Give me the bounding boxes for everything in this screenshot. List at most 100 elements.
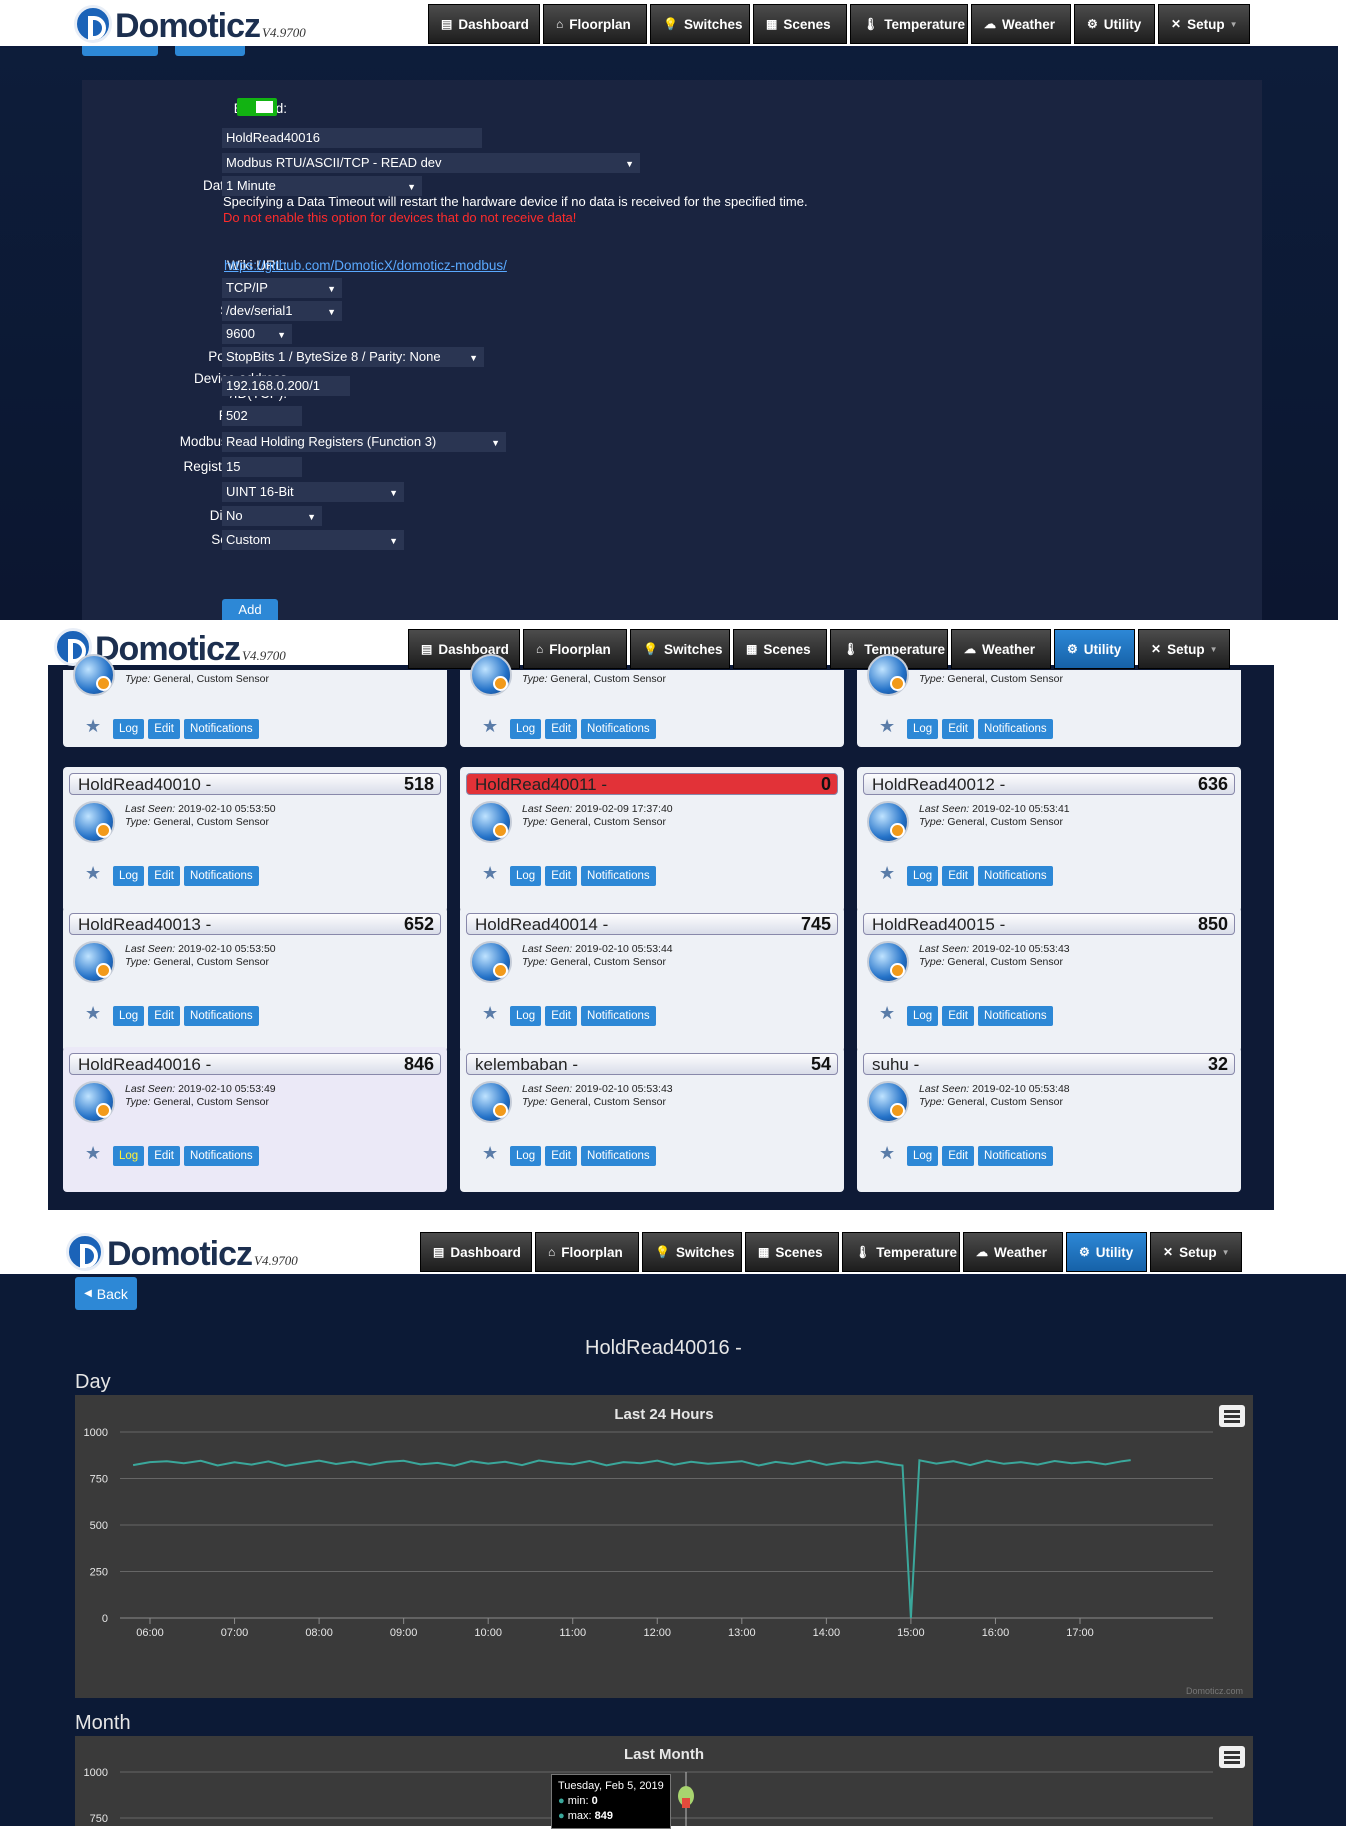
type-value: General, Custom Sensor [947, 956, 1063, 968]
partial-button-left[interactable] [82, 46, 158, 56]
domoticz-logo[interactable]: Domoticz V4.9700 [66, 1233, 298, 1271]
nav-utility-button[interactable]: ⚙ Utility [1054, 629, 1135, 669]
favorite-star-icon[interactable]: ★ [482, 716, 498, 737]
datatype-select[interactable]: UINT 16-Bit [222, 482, 404, 502]
domoticz-logo[interactable]: Domoticz V4.9700 [74, 5, 306, 43]
log-button[interactable]: Log [510, 1006, 542, 1026]
nav-floorplan-button[interactable]: ⌂ Floorplan [543, 4, 647, 44]
nav-temperature-button[interactable]: 🌡 Temperature [850, 4, 968, 44]
serial-select[interactable]: /dev/serial1 [222, 301, 342, 321]
nav-weather-button[interactable]: ☁ Weather [971, 4, 1071, 44]
edit-button[interactable]: Edit [148, 1006, 181, 1026]
device-card: HoldRead40013 - 652 Last Seen: 2019-02-10 … [63, 907, 447, 1052]
edit-button[interactable]: Edit [148, 1146, 181, 1166]
nav-setup-button[interactable]: ✕ Setup ▼ [1138, 629, 1230, 669]
scenes-icon: ▦ [758, 1245, 770, 1259]
notifications-button[interactable]: Notifications [978, 719, 1053, 739]
edit-button[interactable]: Edit [545, 1006, 578, 1026]
favorite-star-icon[interactable]: ★ [879, 1003, 895, 1024]
favorite-star-icon[interactable]: ★ [879, 863, 895, 884]
nav-weather-button[interactable]: ☁ Weather [951, 629, 1051, 669]
log-button[interactable]: Log [510, 1146, 542, 1166]
nav-switches-button[interactable]: 💡 Switches [642, 1232, 742, 1272]
edit-button[interactable]: Edit [148, 719, 181, 739]
favorite-star-icon[interactable]: ★ [85, 1143, 101, 1164]
favorite-star-icon[interactable]: ★ [879, 1143, 895, 1164]
log-button[interactable]: Log [907, 866, 939, 886]
log-button[interactable]: Log [510, 719, 542, 739]
nav-dashboard-button[interactable]: ▤ Dashboard [428, 4, 540, 44]
method-select[interactable]: TCP/IP [222, 278, 342, 298]
nav-scenes-button[interactable]: ▦ Scenes [753, 4, 847, 44]
wiki-link[interactable]: https://github.com/DomoticX/domoticz-mod… [224, 258, 507, 273]
favorite-star-icon[interactable]: ★ [482, 863, 498, 884]
edit-button[interactable]: Edit [942, 1006, 975, 1026]
log-button[interactable]: Log [907, 719, 939, 739]
notifications-button[interactable]: Notifications [184, 719, 259, 739]
log-button[interactable]: Log [113, 719, 145, 739]
log-button[interactable]: Log [907, 1006, 939, 1026]
nav-label: Temperature [884, 16, 966, 32]
favorite-star-icon[interactable]: ★ [85, 863, 101, 884]
notifications-button[interactable]: Notifications [184, 866, 259, 886]
function-select[interactable]: Read Holding Registers (Function 3) [222, 432, 506, 452]
enabled-toggle[interactable] [237, 98, 277, 116]
log-button[interactable]: Log [113, 1146, 145, 1166]
partial-button-right[interactable] [175, 46, 245, 56]
edit-button[interactable]: Edit [942, 719, 975, 739]
port-input[interactable]: 502 [222, 406, 302, 426]
name-input[interactable]: HoldRead40016 [222, 128, 482, 148]
add-button[interactable]: Add [222, 599, 278, 620]
back-button[interactable]: ◀ Back [75, 1277, 137, 1310]
log-button[interactable]: Log [113, 1006, 145, 1026]
notifications-button[interactable]: Notifications [581, 719, 656, 739]
function-select-value: Read Holding Registers (Function 3) [226, 434, 437, 449]
favorite-star-icon[interactable]: ★ [879, 716, 895, 737]
favorite-star-icon[interactable]: ★ [85, 1003, 101, 1024]
baud-select[interactable]: 9600 [222, 324, 292, 344]
nav-floorplan-button[interactable]: ⌂ Floorplan [523, 629, 627, 669]
nav-scenes-button[interactable]: ▦ Scenes [733, 629, 827, 669]
edit-button[interactable]: Edit [942, 1146, 975, 1166]
nav-scenes-button[interactable]: ▦ Scenes [745, 1232, 839, 1272]
log-button[interactable]: Log [510, 866, 542, 886]
notifications-button[interactable]: Notifications [581, 866, 656, 886]
x-tick-label: 13:00 [728, 1627, 756, 1639]
sensortype-select[interactable]: Custom [222, 530, 404, 550]
notifications-button[interactable]: Notifications [184, 1146, 259, 1166]
notifications-button[interactable]: Notifications [978, 866, 1053, 886]
log-button[interactable]: Log [907, 1146, 939, 1166]
nav-weather-button[interactable]: ☁ Weather [963, 1232, 1063, 1272]
edit-button[interactable]: Edit [148, 866, 181, 886]
favorite-star-icon[interactable]: ★ [482, 1143, 498, 1164]
nav-setup-button[interactable]: ✕ Setup ▼ [1150, 1232, 1242, 1272]
portsettings-select[interactable]: StopBits 1 / ByteSize 8 / Parity: None [222, 347, 484, 367]
nav-switches-button[interactable]: 💡 Switches [630, 629, 730, 669]
nav-utility-button[interactable]: ⚙ Utility [1074, 4, 1155, 44]
edit-button[interactable]: Edit [545, 866, 578, 886]
notifications-button[interactable]: Notifications [978, 1006, 1053, 1026]
nav-dashboard-button[interactable]: ▤ Dashboard [420, 1232, 532, 1272]
notifications-button[interactable]: Notifications [581, 1006, 656, 1026]
favorite-star-icon[interactable]: ★ [85, 716, 101, 737]
log-button[interactable]: Log [113, 866, 145, 886]
edit-button[interactable]: Edit [545, 1146, 578, 1166]
divide-select[interactable]: No [222, 506, 322, 526]
nav-temperature-button[interactable]: 🌡 Temperature [842, 1232, 960, 1272]
notifications-button[interactable]: Notifications [978, 1146, 1053, 1166]
nav-switches-button[interactable]: 💡 Switches [650, 4, 750, 44]
notifications-button[interactable]: Notifications [184, 1006, 259, 1026]
notifications-button[interactable]: Notifications [581, 1146, 656, 1166]
nav-utility-button[interactable]: ⚙ Utility [1066, 1232, 1147, 1272]
nav-setup-button[interactable]: ✕ Setup ▼ [1158, 4, 1250, 44]
devaddr-input[interactable]: 192.168.0.200/1 [222, 376, 350, 396]
favorite-star-icon[interactable]: ★ [482, 1003, 498, 1024]
register-input[interactable]: 15 [222, 457, 302, 477]
timeout-select[interactable]: 1 Minute [222, 176, 422, 196]
type-select[interactable]: Modbus RTU/ASCII/TCP - READ dev [222, 153, 640, 173]
nav-label: Switches [663, 641, 723, 657]
edit-button[interactable]: Edit [942, 866, 975, 886]
edit-button[interactable]: Edit [545, 719, 578, 739]
lightbulb-icon: 💡 [643, 642, 658, 656]
nav-floorplan-button[interactable]: ⌂ Floorplan [535, 1232, 639, 1272]
